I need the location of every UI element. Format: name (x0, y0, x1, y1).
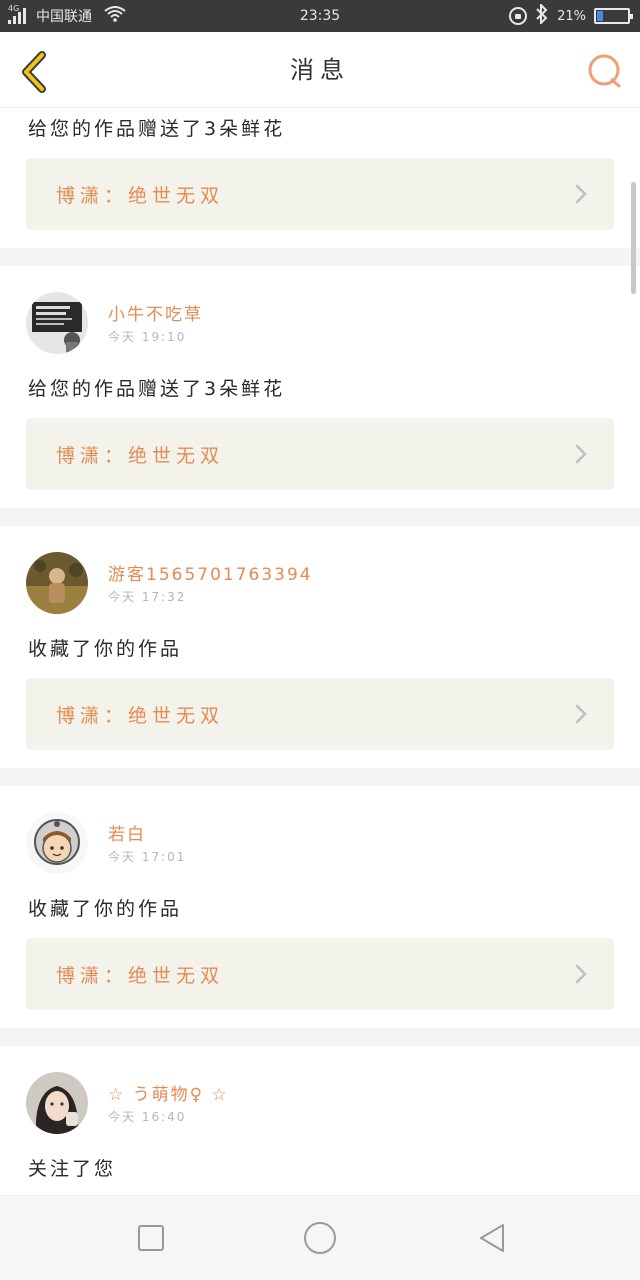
work-link-label: 博潇：绝世无双 (56, 704, 225, 727)
chevron-right-icon (575, 184, 587, 204)
work-link-label: 博潇：绝世无双 (56, 444, 225, 467)
scrollbar[interactable] (631, 182, 636, 294)
avatar[interactable] (26, 1072, 88, 1134)
message-card: 若白 今天 17:01 收藏了你的作品 博潇：绝世无双 (0, 786, 640, 1028)
message-list[interactable]: 给您的作品赠送了3朵鲜花 博潇：绝世无双 小牛不吃草 今天 19:10 给您的作… (0, 108, 640, 1195)
message-text: 关注了您 (28, 1158, 117, 1180)
page-title: 消息 (290, 56, 350, 84)
system-back-button[interactable] (472, 1220, 512, 1256)
user-name[interactable]: 游客1565701763394 (108, 560, 313, 585)
search-icon (588, 54, 621, 88)
message-text: 给您的作品赠送了3朵鲜花 (28, 378, 286, 400)
user-name[interactable]: 小牛不吃草 (108, 300, 203, 325)
avatar[interactable] (26, 292, 88, 354)
message-time: 今天 17:32 (108, 590, 187, 604)
status-right: 21% (509, 0, 633, 32)
triangle-left-icon (480, 1224, 504, 1252)
avatar[interactable] (26, 552, 88, 614)
message-scroller: 给您的作品赠送了3朵鲜花 博潇：绝世无双 小牛不吃草 今天 19:10 给您的作… (0, 108, 640, 1195)
work-link[interactable]: 博潇：绝世无双 (26, 678, 614, 750)
message-card: 游客1565701763394 今天 17:32 收藏了你的作品 博潇：绝世无双 (0, 526, 640, 768)
work-link[interactable]: 博潇：绝世无双 (26, 418, 614, 490)
app-header: 消息 (0, 32, 640, 108)
battery-icon (594, 8, 633, 24)
chevron-right-icon (575, 444, 587, 464)
home-button[interactable] (300, 1220, 340, 1256)
user-name[interactable]: ☆ う萌物♀ ☆ (108, 1080, 229, 1105)
message-time: 今天 16:40 (108, 1110, 187, 1124)
chevron-right-icon (575, 964, 587, 984)
recent-apps-button[interactable] (131, 1220, 171, 1256)
work-link-label: 博潇：绝世无双 (56, 964, 225, 987)
battery-percent: 21% (557, 8, 586, 24)
work-link[interactable]: 博潇：绝世无双 (26, 938, 614, 1010)
message-time: 今天 17:01 (108, 850, 187, 864)
rotation-lock-icon (509, 7, 528, 25)
message-card: 小牛不吃草 今天 19:10 给您的作品赠送了3朵鲜花 博潇：绝世无双 (0, 266, 640, 508)
circle-icon (304, 1222, 336, 1254)
work-link-label: 博潇：绝世无双 (56, 184, 225, 207)
user-name[interactable]: 若白 (108, 820, 146, 845)
work-link[interactable]: 博潇：绝世无双 (26, 158, 614, 230)
system-nav-bar (0, 1195, 640, 1280)
status-bar: 4G 中国联通 23:35 21% (0, 0, 640, 32)
square-icon (138, 1225, 164, 1251)
message-text: 收藏了你的作品 (28, 898, 183, 920)
message-text: 收藏了你的作品 (28, 638, 183, 660)
message-card: 给您的作品赠送了3朵鲜花 博潇：绝世无双 (0, 108, 640, 248)
chevron-right-icon (575, 704, 587, 724)
avatar[interactable] (26, 812, 88, 874)
search-button[interactable] (586, 52, 624, 90)
message-card: ☆ う萌物♀ ☆ 今天 16:40 关注了您 (0, 1046, 640, 1195)
bluetooth-icon (535, 2, 549, 28)
message-text: 给您的作品赠送了3朵鲜花 (28, 118, 286, 140)
message-time: 今天 19:10 (108, 330, 187, 344)
battery-fill (597, 11, 604, 21)
